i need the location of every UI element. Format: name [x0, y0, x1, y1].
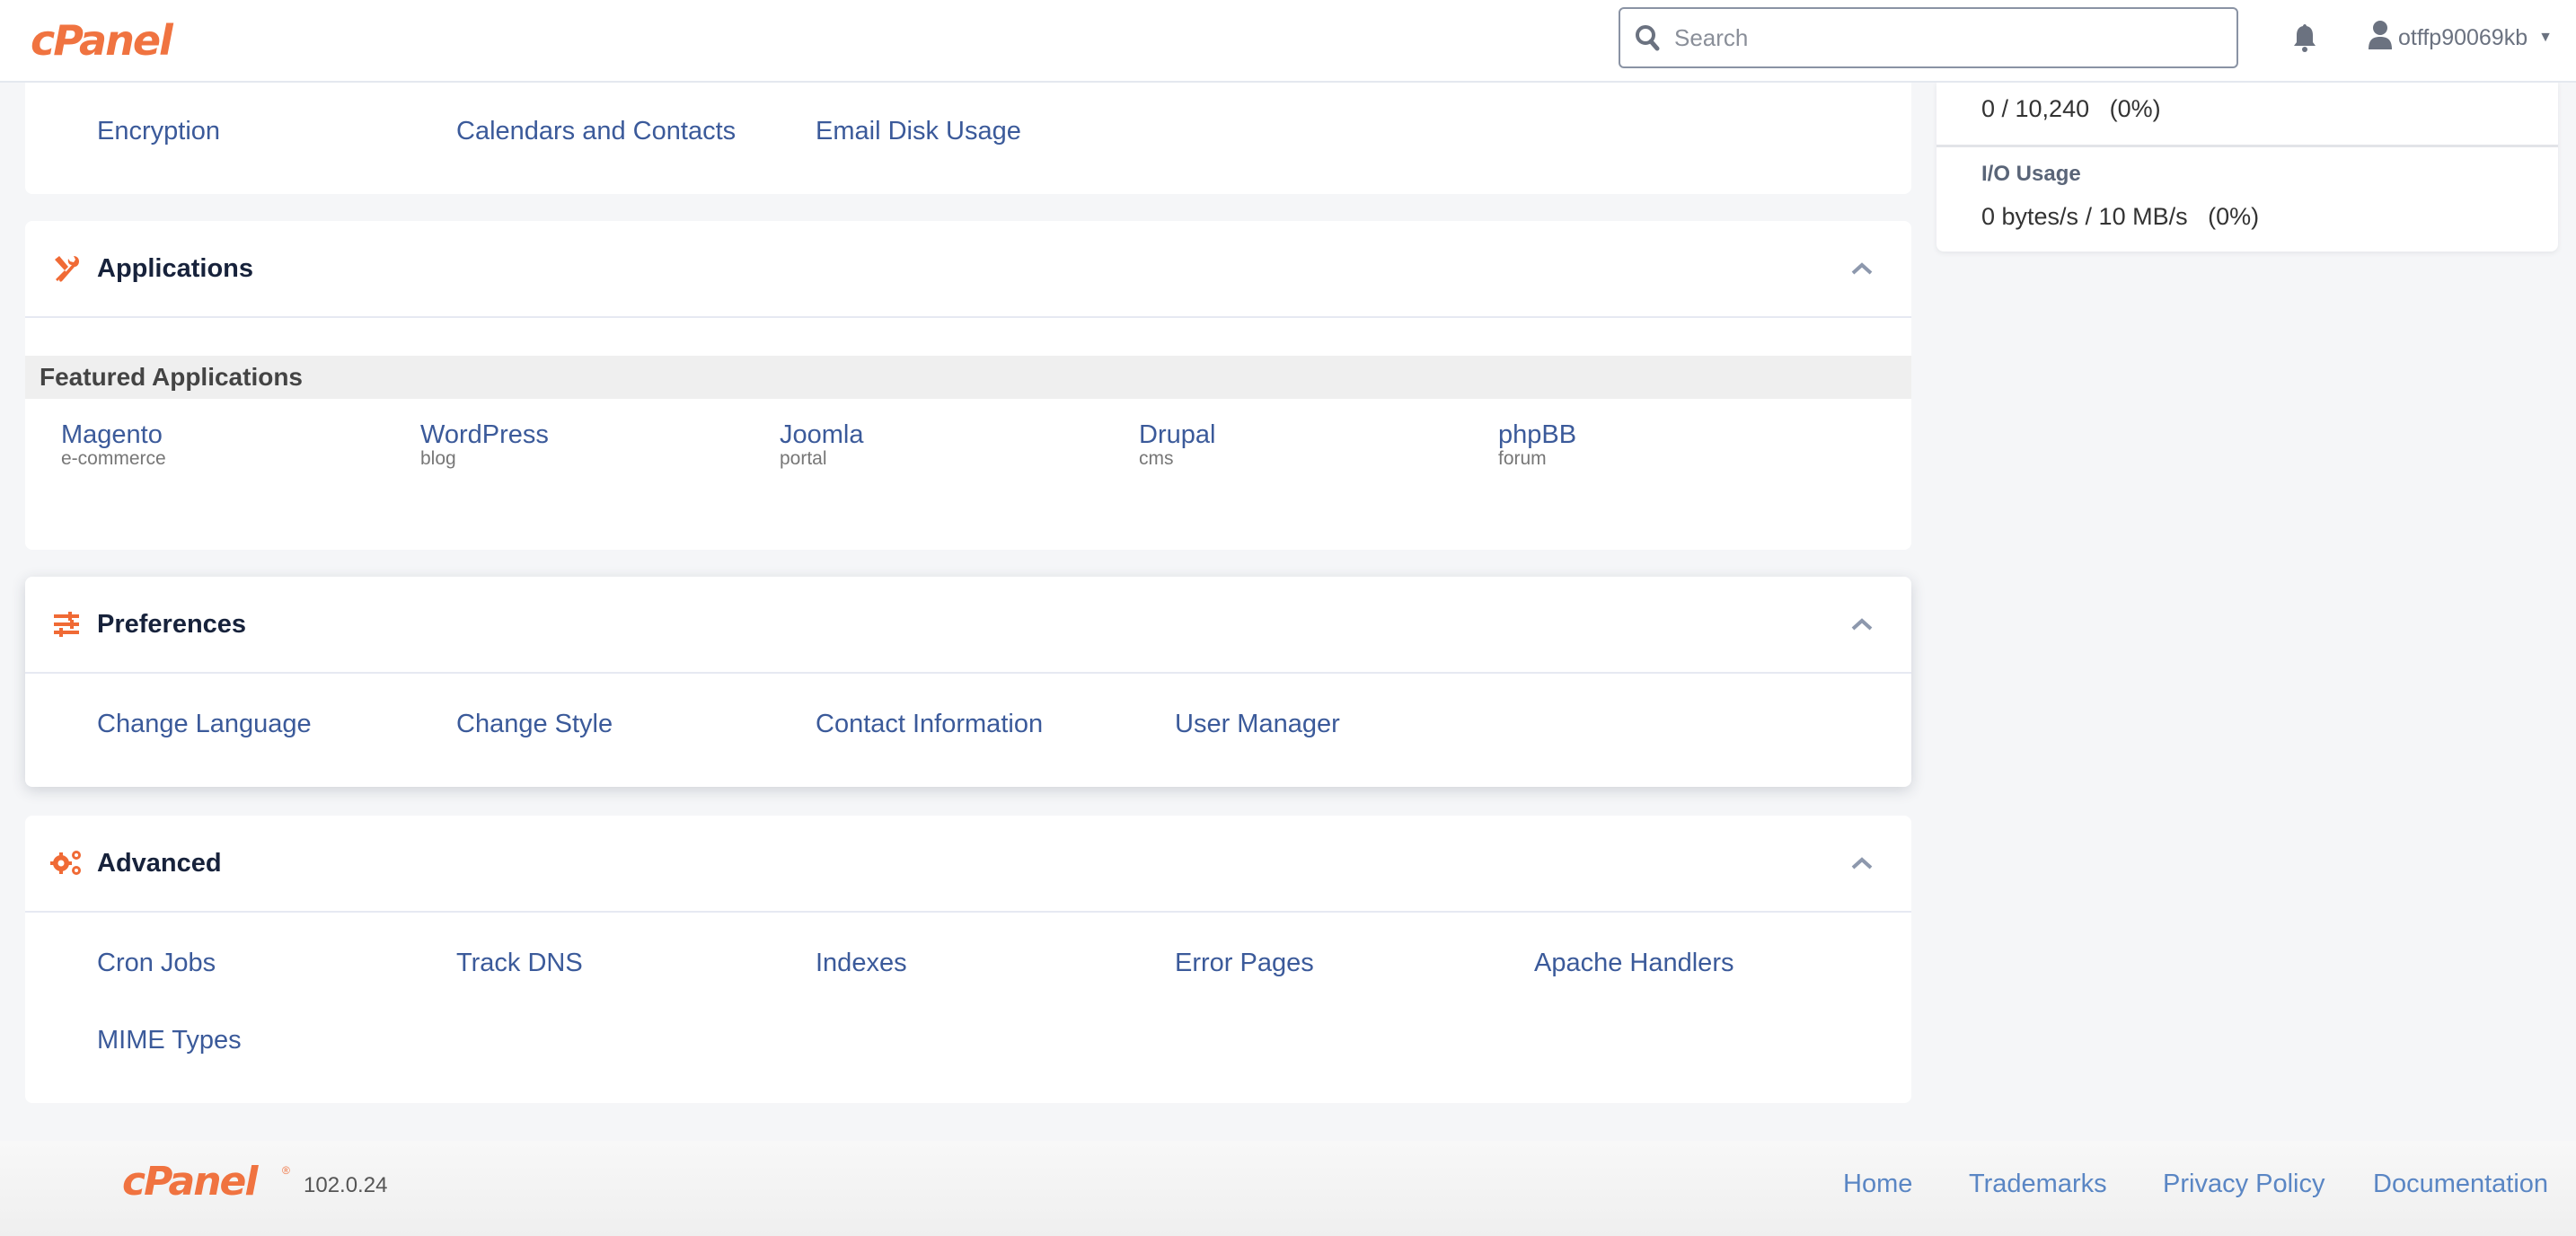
search-icon	[1620, 24, 1674, 51]
version-number: 102.0.24	[304, 1173, 388, 1197]
cpanel-logo[interactable]: cPanel	[31, 16, 173, 65]
user-icon	[2368, 20, 2393, 57]
bell-icon[interactable]	[2289, 20, 2321, 56]
footer-link-privacy-policy[interactable]: Privacy Policy	[2163, 1170, 2325, 1199]
caret-down-icon: ▼	[2538, 30, 2553, 45]
app-joomla[interactable]: Joomla portal	[780, 420, 864, 469]
preferences-title: Preferences	[97, 609, 247, 639]
footer-cpanel-logo[interactable]: cPanel	[122, 1159, 258, 1205]
registered-mark: ®	[282, 1164, 290, 1177]
wrench-screwdriver-icon	[50, 252, 83, 285]
chevron-up-icon[interactable]	[1848, 850, 1875, 877]
app-magento[interactable]: Magento e-commerce	[61, 420, 166, 469]
gears-icon	[50, 847, 83, 879]
app-type: portal	[780, 448, 827, 469]
search-box[interactable]	[1619, 7, 2238, 68]
link-email-disk-usage[interactable]: Email Disk Usage	[816, 117, 1021, 146]
resource-stats-panel: 0 / 10,240 (0%) I/O Usage 0 bytes/s / 10…	[1936, 83, 2558, 252]
link-change-style[interactable]: Change Style	[456, 710, 613, 739]
preferences-panel: Preferences Change Language Change Style…	[25, 577, 1911, 787]
featured-applications-heading: Featured Applications	[25, 356, 1911, 399]
footer-link-trademarks[interactable]: Trademarks	[1969, 1170, 2107, 1199]
footer-link-documentation[interactable]: Documentation	[2373, 1170, 2548, 1199]
stat-value-previous: 0 / 10,240 (0%)	[1981, 95, 2161, 122]
applications-panel: Applications Featured Applications Magen…	[25, 221, 1911, 550]
advanced-title: Advanced	[97, 848, 222, 878]
user-menu[interactable]: otffp90069kb ▼	[2368, 18, 2553, 57]
username: otffp90069kb	[2398, 24, 2528, 50]
chevron-up-icon[interactable]	[1848, 255, 1875, 282]
link-change-language[interactable]: Change Language	[97, 710, 312, 739]
applications-header[interactable]: Applications	[25, 221, 1911, 318]
chevron-up-icon[interactable]	[1848, 611, 1875, 638]
link-error-pages[interactable]: Error Pages	[1175, 949, 1314, 978]
link-calendars-contacts[interactable]: Calendars and Contacts	[456, 117, 736, 146]
sliders-icon	[50, 608, 83, 640]
app-type: cms	[1139, 448, 1174, 469]
app-type: e-commerce	[61, 448, 166, 469]
link-apache-handlers[interactable]: Apache Handlers	[1534, 949, 1734, 978]
app-name[interactable]: Joomla	[780, 420, 864, 449]
preferences-header[interactable]: Preferences	[25, 577, 1911, 674]
top-header: cPanel otffp90069kb ▼	[0, 0, 2576, 83]
link-user-manager[interactable]: User Manager	[1175, 710, 1340, 739]
stat-divider	[1936, 145, 2558, 147]
link-mime-types[interactable]: MIME Types	[97, 1026, 242, 1055]
app-wordpress[interactable]: WordPress blog	[420, 420, 549, 469]
footer-link-home[interactable]: Home	[1843, 1170, 1912, 1199]
io-usage-label: I/O Usage	[1981, 162, 2081, 186]
link-indexes[interactable]: Indexes	[816, 949, 907, 978]
app-name[interactable]: Magento	[61, 420, 166, 449]
app-drupal[interactable]: Drupal cms	[1139, 420, 1215, 469]
app-phpbb[interactable]: phpBB forum	[1498, 420, 1576, 469]
email-panel: Encryption Calendars and Contacts Email …	[25, 83, 1911, 194]
link-cron-jobs[interactable]: Cron Jobs	[97, 949, 216, 978]
app-name[interactable]: Drupal	[1139, 420, 1215, 449]
applications-title: Applications	[97, 253, 254, 283]
link-encryption[interactable]: Encryption	[97, 117, 220, 146]
app-type: forum	[1498, 448, 1547, 469]
app-type: blog	[420, 448, 456, 469]
app-name[interactable]: phpBB	[1498, 420, 1576, 449]
footer: cPanel ® 102.0.24 Home Trademarks Privac…	[0, 1141, 2576, 1236]
advanced-panel: Advanced Cron Jobs Track DNS Indexes Err…	[25, 816, 1911, 1103]
io-usage-value: 0 bytes/s / 10 MB/s (0%)	[1981, 203, 2260, 230]
link-contact-information[interactable]: Contact Information	[816, 710, 1043, 739]
search-input[interactable]	[1674, 23, 2236, 52]
link-track-dns[interactable]: Track DNS	[456, 949, 583, 978]
app-name[interactable]: WordPress	[420, 420, 549, 449]
advanced-header[interactable]: Advanced	[25, 816, 1911, 913]
